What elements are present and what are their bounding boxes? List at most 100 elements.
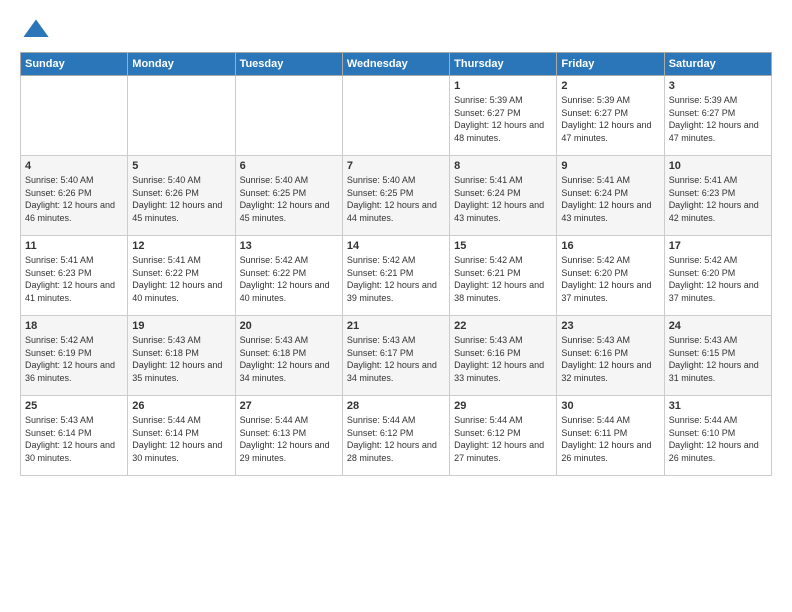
cell-info: Sunrise: 5:41 AM Sunset: 6:24 PM Dayligh… xyxy=(561,174,659,224)
day-number: 14 xyxy=(347,240,445,252)
day-number: 9 xyxy=(561,160,659,172)
calendar-cell: 31 Sunrise: 5:44 AM Sunset: 6:10 PM Dayli… xyxy=(664,396,771,476)
cell-info: Sunrise: 5:41 AM Sunset: 6:22 PM Dayligh… xyxy=(132,254,230,304)
day-number: 26 xyxy=(132,400,230,412)
day-number: 5 xyxy=(132,160,230,172)
cell-info: Sunrise: 5:42 AM Sunset: 6:20 PM Dayligh… xyxy=(669,254,767,304)
col-header-sunday: Sunday xyxy=(21,53,128,76)
calendar-cell: 30Sunrise: 5:44 AM Sunset: 6:11 PM Dayli… xyxy=(557,396,664,476)
calendar-cell: 22 Sunrise: 5:43 AM Sunset: 6:16 PM Dayli… xyxy=(450,316,557,396)
day-number: 28 xyxy=(347,400,445,412)
day-number: 11 xyxy=(25,240,123,252)
cell-info: Sunrise: 5:40 AM Sunset: 6:26 PM Dayligh… xyxy=(132,174,230,224)
cell-info: Sunrise: 5:42 AM Sunset: 6:21 PM Dayligh… xyxy=(347,254,445,304)
col-header-monday: Monday xyxy=(128,53,235,76)
cell-info: Sunrise: 5:42 AM Sunset: 6:20 PM Dayligh… xyxy=(561,254,659,304)
calendar-cell: 9 Sunrise: 5:41 AM Sunset: 6:24 PM Daylig… xyxy=(557,156,664,236)
cell-info: Sunrise: 5:43 AM Sunset: 6:17 PM Dayligh… xyxy=(347,334,445,384)
cell-info: Sunrise: 5:43 AM Sunset: 6:16 PM Dayligh… xyxy=(454,334,552,384)
cell-info: Sunrise: 5:39 AM Sunset: 6:27 PM Dayligh… xyxy=(669,94,767,144)
cell-info: Sunrise: 5:40 AM Sunset: 6:25 PM Dayligh… xyxy=(347,174,445,224)
calendar-cell: 8Sunrise: 5:41 AM Sunset: 6:24 PM Daylig… xyxy=(450,156,557,236)
calendar-cell xyxy=(128,76,235,156)
cell-info: Sunrise: 5:39 AM Sunset: 6:27 PM Dayligh… xyxy=(561,94,659,144)
cell-info: Sunrise: 5:44 AM Sunset: 6:12 PM Dayligh… xyxy=(347,414,445,464)
col-header-thursday: Thursday xyxy=(450,53,557,76)
calendar-cell: 11 Sunrise: 5:41 AM Sunset: 6:23 PM Dayli… xyxy=(21,236,128,316)
col-header-wednesday: Wednesday xyxy=(342,53,449,76)
calendar-cell: 18 Sunrise: 5:42 AM Sunset: 6:19 PM Dayli… xyxy=(21,316,128,396)
day-number: 21 xyxy=(347,320,445,332)
calendar-cell: 15 Sunrise: 5:42 AM Sunset: 6:21 PM Dayli… xyxy=(450,236,557,316)
cell-info: Sunrise: 5:43 AM Sunset: 6:18 PM Dayligh… xyxy=(132,334,230,384)
calendar-cell: 28 Sunrise: 5:44 AM Sunset: 6:12 PM Dayli… xyxy=(342,396,449,476)
header xyxy=(20,16,772,44)
calendar-cell: 13 Sunrise: 5:42 AM Sunset: 6:22 PM Dayli… xyxy=(235,236,342,316)
day-number: 30 xyxy=(561,400,659,412)
calendar-cell: 17Sunrise: 5:42 AM Sunset: 6:20 PM Dayli… xyxy=(664,236,771,316)
cell-info: Sunrise: 5:42 AM Sunset: 6:22 PM Dayligh… xyxy=(240,254,338,304)
calendar-cell: 1Sunrise: 5:39 AM Sunset: 6:27 PM Daylig… xyxy=(450,76,557,156)
day-number: 13 xyxy=(240,240,338,252)
week-row-2: 4 Sunrise: 5:40 AM Sunset: 6:26 PM Daylig… xyxy=(21,156,772,236)
header-row: SundayMondayTuesdayWednesdayThursdayFrid… xyxy=(21,53,772,76)
day-number: 27 xyxy=(240,400,338,412)
calendar-cell: 16 Sunrise: 5:42 AM Sunset: 6:20 PM Dayli… xyxy=(557,236,664,316)
day-number: 24 xyxy=(669,320,767,332)
day-number: 23 xyxy=(561,320,659,332)
calendar-cell xyxy=(235,76,342,156)
col-header-friday: Friday xyxy=(557,53,664,76)
cell-info: Sunrise: 5:40 AM Sunset: 6:25 PM Dayligh… xyxy=(240,174,338,224)
calendar-cell: 19 Sunrise: 5:43 AM Sunset: 6:18 PM Dayli… xyxy=(128,316,235,396)
calendar-cell: 6 Sunrise: 5:40 AM Sunset: 6:25 PM Daylig… xyxy=(235,156,342,236)
cell-info: Sunrise: 5:44 AM Sunset: 6:12 PM Dayligh… xyxy=(454,414,552,464)
calendar-cell: 26 Sunrise: 5:44 AM Sunset: 6:14 PM Dayli… xyxy=(128,396,235,476)
cell-info: Sunrise: 5:41 AM Sunset: 6:23 PM Dayligh… xyxy=(669,174,767,224)
day-number: 1 xyxy=(454,80,552,92)
cell-info: Sunrise: 5:43 AM Sunset: 6:15 PM Dayligh… xyxy=(669,334,767,384)
calendar-cell xyxy=(21,76,128,156)
day-number: 15 xyxy=(454,240,552,252)
week-row-5: 25 Sunrise: 5:43 AM Sunset: 6:14 PM Dayli… xyxy=(21,396,772,476)
day-number: 4 xyxy=(25,160,123,172)
calendar-table: SundayMondayTuesdayWednesdayThursdayFrid… xyxy=(20,52,772,476)
logo-icon xyxy=(22,16,50,44)
cell-info: Sunrise: 5:42 AM Sunset: 6:21 PM Dayligh… xyxy=(454,254,552,304)
cell-info: Sunrise: 5:40 AM Sunset: 6:26 PM Dayligh… xyxy=(25,174,123,224)
calendar-cell: 24 Sunrise: 5:43 AM Sunset: 6:15 PM Dayli… xyxy=(664,316,771,396)
calendar-cell: 20Sunrise: 5:43 AM Sunset: 6:18 PM Dayli… xyxy=(235,316,342,396)
cell-info: Sunrise: 5:44 AM Sunset: 6:10 PM Dayligh… xyxy=(669,414,767,464)
calendar-cell: 10 Sunrise: 5:41 AM Sunset: 6:23 PM Dayli… xyxy=(664,156,771,236)
week-row-4: 18 Sunrise: 5:42 AM Sunset: 6:19 PM Dayli… xyxy=(21,316,772,396)
day-number: 16 xyxy=(561,240,659,252)
day-number: 19 xyxy=(132,320,230,332)
calendar-cell: 21 Sunrise: 5:43 AM Sunset: 6:17 PM Dayli… xyxy=(342,316,449,396)
day-number: 6 xyxy=(240,160,338,172)
cell-info: Sunrise: 5:44 AM Sunset: 6:14 PM Dayligh… xyxy=(132,414,230,464)
day-number: 7 xyxy=(347,160,445,172)
cell-info: Sunrise: 5:43 AM Sunset: 6:14 PM Dayligh… xyxy=(25,414,123,464)
day-number: 10 xyxy=(669,160,767,172)
calendar-cell: 27Sunrise: 5:44 AM Sunset: 6:13 PM Dayli… xyxy=(235,396,342,476)
calendar-cell: 2 Sunrise: 5:39 AM Sunset: 6:27 PM Daylig… xyxy=(557,76,664,156)
week-row-3: 11 Sunrise: 5:41 AM Sunset: 6:23 PM Dayli… xyxy=(21,236,772,316)
day-number: 2 xyxy=(561,80,659,92)
calendar-cell: 12Sunrise: 5:41 AM Sunset: 6:22 PM Dayli… xyxy=(128,236,235,316)
calendar-cell: 25 Sunrise: 5:43 AM Sunset: 6:14 PM Dayli… xyxy=(21,396,128,476)
cell-info: Sunrise: 5:41 AM Sunset: 6:24 PM Dayligh… xyxy=(454,174,552,224)
calendar-cell: 29 Sunrise: 5:44 AM Sunset: 6:12 PM Dayli… xyxy=(450,396,557,476)
day-number: 25 xyxy=(25,400,123,412)
calendar-cell: 4 Sunrise: 5:40 AM Sunset: 6:26 PM Daylig… xyxy=(21,156,128,236)
day-number: 18 xyxy=(25,320,123,332)
cell-info: Sunrise: 5:41 AM Sunset: 6:23 PM Dayligh… xyxy=(25,254,123,304)
week-row-1: 1 Sunrise: 5:39 AM Sunset: 6:27 PM Daylig… xyxy=(21,76,772,156)
day-number: 31 xyxy=(669,400,767,412)
calendar-cell: 23Sunrise: 5:43 AM Sunset: 6:16 PM Dayli… xyxy=(557,316,664,396)
cell-info: Sunrise: 5:42 AM Sunset: 6:19 PM Dayligh… xyxy=(25,334,123,384)
day-number: 22 xyxy=(454,320,552,332)
day-number: 29 xyxy=(454,400,552,412)
col-header-tuesday: Tuesday xyxy=(235,53,342,76)
calendar-cell xyxy=(342,76,449,156)
day-number: 20 xyxy=(240,320,338,332)
logo xyxy=(20,16,50,44)
